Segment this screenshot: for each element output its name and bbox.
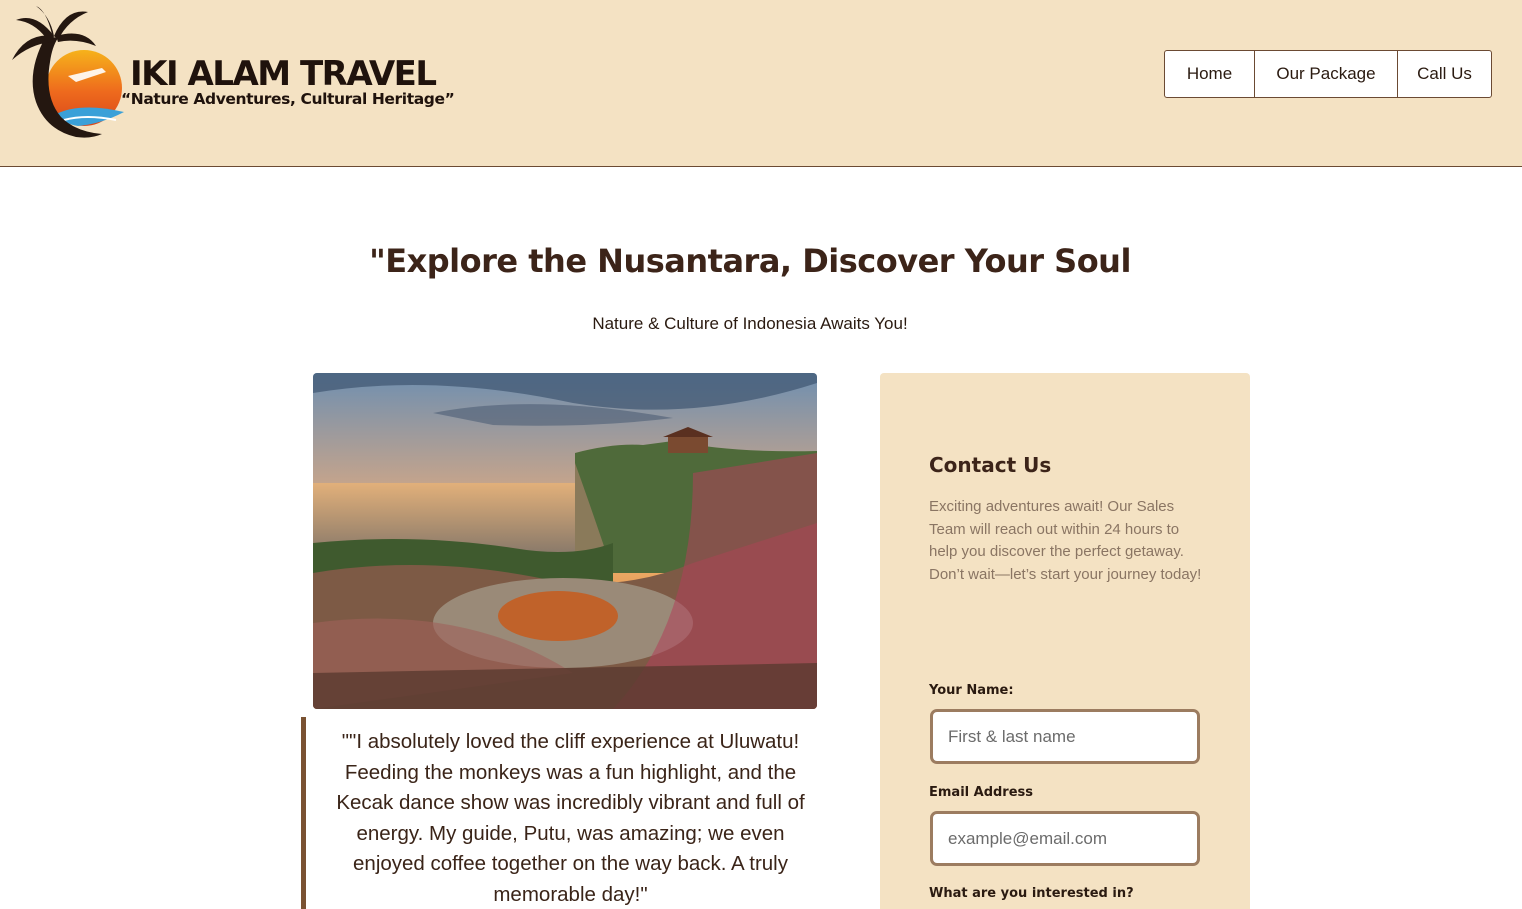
nav-home-link[interactable]: Home [1165,51,1254,97]
interest-label: What are you interested in? [929,886,1134,901]
email-input[interactable] [930,811,1200,866]
main-nav: Home Our Package Call Us [1164,50,1492,98]
name-input[interactable] [930,709,1200,764]
testimonial-quote: ""I absolutely loved the cliff experienc… [301,717,821,909]
email-label: Email Address [929,785,1034,800]
contact-form-panel: Contact Us Exciting adventures await! Ou… [880,373,1250,909]
palm-sunset-logo-icon[interactable] [6,2,146,142]
uluwatu-kecak-photo [313,373,817,709]
contact-title: Contact Us [929,453,1052,477]
name-label: Your Name: [929,683,1014,698]
contact-description: Exciting adventures await! Our Sales Tea… [929,498,1202,583]
nav-call-us-link[interactable]: Call Us [1397,51,1491,97]
hero-title: "Explore the Nusantara, Discover Your So… [369,242,1131,280]
site-header: IKI ALAM TRAVEL “Nature Adventures, Cult… [0,0,1522,167]
brand-name: IKI ALAM TRAVEL [130,54,437,94]
brand-tagline: “Nature Adventures, Cultural Heritage” [121,90,455,108]
hero-subtitle: Nature & Culture of Indonesia Awaits You… [592,314,908,333]
nav-our-package-link[interactable]: Our Package [1254,51,1397,97]
